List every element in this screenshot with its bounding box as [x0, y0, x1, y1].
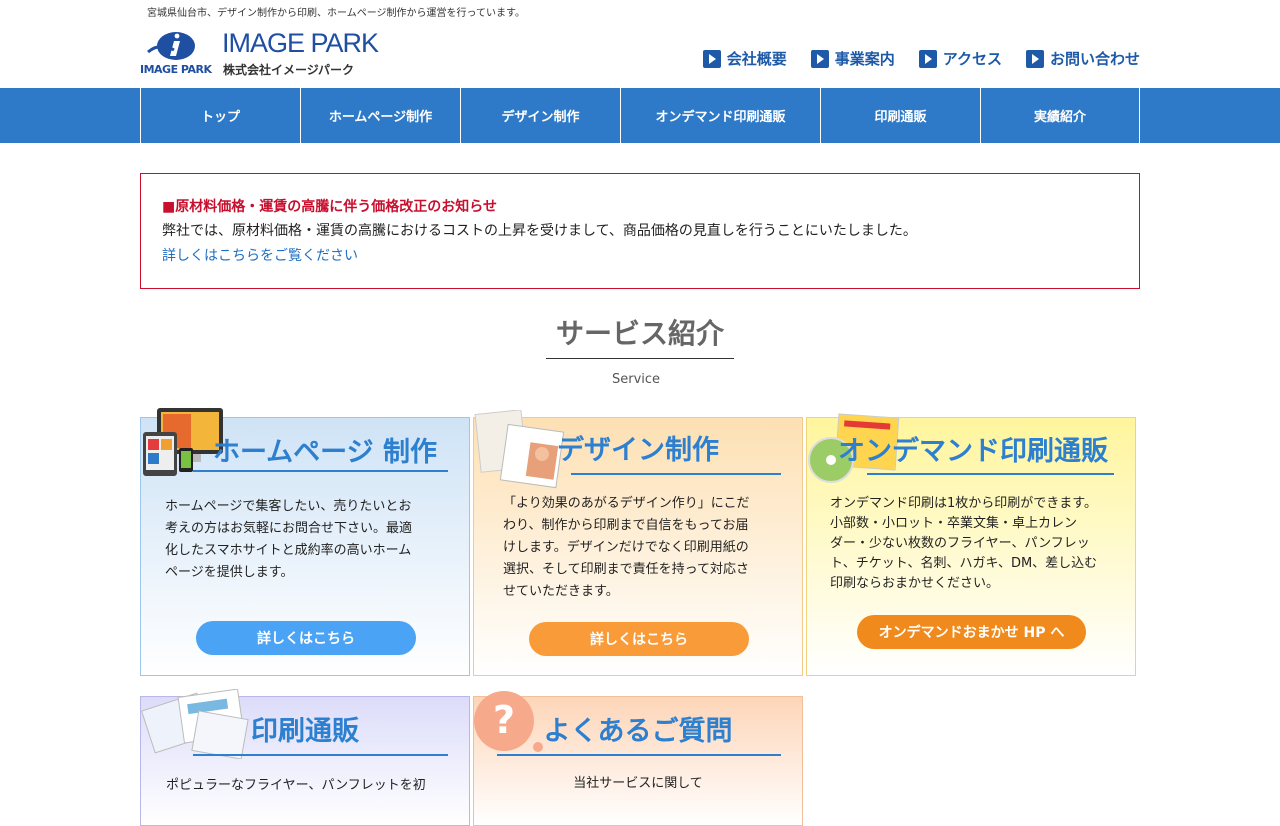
- card-printing: 印刷通販 ポピュラーなフライヤー、パンフレットを初: [140, 689, 470, 826]
- play-arrow-icon: [810, 49, 829, 68]
- notice-text: 弊社では、原材料価格・運賃の高騰におけるコストの上昇を受けまして、商品価格の見直…: [162, 223, 917, 239]
- card-design: デザイン制作 「より効果のあがるデザイン作り」にこだ わり、制作から印刷まで自信…: [473, 410, 803, 676]
- card-homepage-rule: [193, 470, 448, 472]
- card-homepage: ホームページ 制作 ホームページで集客したい、売りたいとお 考えの方はお気軽にお…: [140, 408, 470, 676]
- card-ondemand-rule: [867, 473, 1114, 475]
- topnav-company[interactable]: 会社概要: [702, 48, 787, 69]
- card-homepage-button[interactable]: 詳しくはこちら: [196, 621, 416, 655]
- card-design-title: デザイン制作: [557, 435, 719, 466]
- nav-top[interactable]: トップ: [141, 88, 301, 143]
- card-faq-title: よくあるご質問: [543, 716, 733, 747]
- play-arrow-icon: [702, 49, 721, 68]
- nav-printing[interactable]: 印刷通販: [821, 88, 981, 143]
- notice-title: ■原材料価格・運賃の高騰に伴う価格改正のお知らせ: [162, 199, 497, 215]
- card-faq-rule: [497, 754, 781, 756]
- nav-design[interactable]: デザイン制作: [461, 88, 621, 143]
- card-ondemand-title: オンデマンド印刷通販: [838, 436, 1108, 467]
- section-subtitle: Service: [611, 372, 661, 387]
- card-printing-rule: [193, 754, 448, 756]
- card-design-button[interactable]: 詳しくはこちら: [529, 622, 749, 656]
- card-printing-title: 印刷通販: [251, 716, 359, 747]
- tagline: 宮城県仙台市、デザイン制作から印刷、ホームページ制作から運営を行っています。: [147, 8, 525, 19]
- card-design-rule: [571, 473, 781, 475]
- card-homepage-text: ホームページで集客したい、売りたいとお 考えの方はお気軽にお問合せ下さい。最適 …: [165, 499, 413, 580]
- notice-link[interactable]: 詳しくはこちらをご覧ください: [162, 245, 358, 265]
- card-printing-text: ポピュラーなフライヤー、パンフレットを初: [166, 778, 426, 793]
- topnav-contact[interactable]: お問い合わせ: [1025, 48, 1140, 69]
- play-arrow-icon: [1025, 49, 1044, 68]
- main-navigation: トップ ホームページ制作 デザイン制作 オンデマンド印刷通販 印刷通販 実績紹介: [0, 88, 1280, 143]
- card-ondemand: オンデマンド印刷通販 オンデマンド印刷は1枚から印刷ができます。 小部数・小ロッ…: [806, 413, 1136, 676]
- nav-works[interactable]: 実績紹介: [981, 88, 1140, 143]
- logo-subtext: IMAGE PARK: [140, 63, 212, 76]
- notice-box: ■原材料価格・運賃の高騰に伴う価格改正のお知らせ 弊社では、原材料価格・運賃の高…: [140, 173, 1140, 289]
- company-name: 株式会社イメージパーク: [223, 63, 355, 77]
- topnav-access[interactable]: アクセス: [918, 48, 1002, 69]
- nav-homepage[interactable]: ホームページ制作: [301, 88, 461, 143]
- card-homepage-title: ホームページ 制作: [212, 437, 438, 468]
- card-faq-text: 当社サービスに関して: [573, 776, 703, 791]
- site-logo[interactable]: IMAGE PARK IMAGE PARK 株式会社イメージパーク: [140, 28, 400, 78]
- top-navigation: 会社概要 事業案内 アクセス お問い合わせ: [702, 48, 1140, 69]
- card-ondemand-button[interactable]: オンデマンドおまかせ HP へ: [857, 615, 1086, 649]
- play-arrow-icon: [918, 49, 937, 68]
- card-faq: ? よくあるご質問 当社サービスに関して: [473, 691, 803, 826]
- card-ondemand-text: オンデマンド印刷は1枚から印刷ができます。 小部数・小ロット・卒業文集・卓上カレ…: [830, 496, 1098, 591]
- topnav-business[interactable]: 事業案内: [810, 48, 895, 69]
- nav-ondemand[interactable]: オンデマンド印刷通販: [621, 88, 821, 143]
- logo-name: IMAGE PARK: [222, 28, 379, 58]
- section-title: サービス紹介: [546, 312, 734, 359]
- card-design-text: 「より効果のあがるデザイン作り」にこだ わり、制作から印刷まで自信をもってお届 …: [503, 496, 750, 599]
